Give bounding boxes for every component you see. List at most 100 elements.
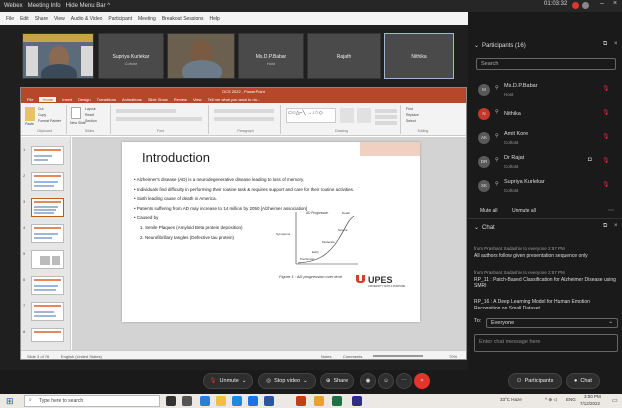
stop-video-button[interactable]: ◎ Stop video ⌄ [258,373,316,389]
menu-help[interactable]: Help [210,16,220,22]
tab-insert[interactable]: Insert [62,97,72,102]
video-tile-nithika[interactable]: Nithika [384,33,454,79]
tab-view[interactable]: View [193,97,202,102]
mic-muted-icon[interactable]: 🎙 [602,181,610,188]
comments-button[interactable]: Comments [343,354,362,359]
current-slide[interactable]: Introduction Alzheimer's disease (AD) is… [122,142,420,322]
cortana-icon[interactable] [166,396,176,406]
record-icon[interactable] [572,2,579,9]
powerpoint-icon[interactable] [296,396,306,406]
share-button[interactable]: ⊕ Share [320,373,354,389]
mute-all-button[interactable]: Mute all [480,208,498,214]
menu-participant[interactable]: Participant [108,16,132,22]
language-indicator[interactable]: ENG [566,397,576,402]
paragraph-row-1[interactable] [214,109,274,113]
tell-me-box[interactable]: Tell me what you want to do... [208,97,261,102]
menu-file[interactable]: File [6,16,14,22]
section-button[interactable]: Section [85,119,97,123]
participant-row[interactable]: SK ⚲ Supriya Kurlekar Cohost 🎙 [478,178,618,198]
leave-meeting-button[interactable]: × [414,373,430,389]
participants-header[interactable]: ⌄ Participants (16) [474,42,526,49]
chat-input[interactable]: Enter chat message here [474,334,618,352]
video-tile-rajath[interactable]: Rajath [307,33,381,79]
copy-button[interactable]: Copy [38,113,46,117]
mic-muted-icon[interactable]: 🎙 [602,157,610,164]
arrange-button[interactable] [340,108,354,123]
zoom-level[interactable]: 70% [449,354,457,359]
minimize-icon[interactable]: – [600,0,604,7]
shapes-gallery[interactable]: ▭○△⌐╲ →↓☆◇ [286,108,336,123]
unmute-all-button[interactable]: Unmute all [512,208,536,214]
participant-row[interactable]: DR ⚲ Dr Rajat Cohost ◘ 🎙 [478,154,618,174]
tab-file[interactable]: File [27,97,33,102]
video-tile-babar[interactable]: Ms.D.P.Babar Host [238,33,304,79]
shape-fill[interactable] [375,109,397,113]
video-tile-camera[interactable] [167,33,235,79]
find-button[interactable]: Find [406,107,413,111]
chat-header[interactable]: ⌄ Chat [474,224,495,231]
tab-slide-show[interactable]: Slide Show [148,97,168,102]
close-icon[interactable]: × [613,0,617,7]
paragraph-row-2[interactable] [214,117,274,121]
clock-date[interactable]: 7/12/2022 [580,401,600,406]
windows-start-icon[interactable]: ⊞ [6,396,14,407]
hide-menu-bar-button[interactable]: Hide Menu Bar ^ [66,3,111,9]
webex-menu[interactable]: Webex [4,3,23,9]
unmute-button[interactable]: 🎙 Unmute ⌄ [203,373,253,389]
tab-review[interactable]: Review [174,97,187,102]
new-slide-icon[interactable] [71,107,81,119]
participant-search-input[interactable]: Search [476,58,616,70]
slide-thumb-6[interactable] [31,276,64,295]
participants-button[interactable]: ⚇ Participants [508,373,562,389]
menu-audio-video[interactable]: Audio & Video [71,16,103,22]
chrome-icon[interactable] [314,396,324,406]
store-icon[interactable] [232,396,242,406]
excel-icon[interactable] [332,396,342,406]
tab-animations[interactable]: Animations [122,97,142,102]
participant-row[interactable]: M ⚲ Ms.D.P.Babar Host 🎙 [478,82,618,102]
menu-edit[interactable]: Edit [20,16,29,22]
tab-design[interactable]: Design [78,97,90,102]
chat-button[interactable]: ● Chat [566,373,600,389]
chat-recipient-select[interactable]: To: Everyone ⌄ [474,318,618,328]
word-icon[interactable] [264,396,274,406]
paste-icon[interactable] [25,107,35,121]
cut-button[interactable]: Cut [38,107,43,111]
language-indicator[interactable]: English (United States) [61,354,102,359]
slide-thumb-4[interactable] [31,224,64,243]
record-button[interactable]: ◉ [360,373,376,389]
clock-time[interactable]: 3:00 PM [584,394,601,399]
slide-thumb-7[interactable] [31,302,64,321]
quick-styles-button[interactable] [357,108,371,123]
slide-thumb-1[interactable] [31,146,64,165]
mic-muted-icon[interactable]: 🎙 [602,109,610,116]
mail-icon[interactable] [248,396,258,406]
recipient-dropdown[interactable]: Everyone ⌄ [486,318,618,328]
edge-icon[interactable] [200,396,210,406]
menu-view[interactable]: View [54,16,65,22]
tab-transitions[interactable]: Transitions [97,97,116,102]
shape-outline[interactable] [375,115,397,119]
layout-button[interactable]: Layout [85,107,96,111]
menu-share[interactable]: Share [35,16,48,22]
weather-widget[interactable]: 33°C Haze [500,397,522,402]
reset-button[interactable]: Reset [85,113,94,117]
slide-thumb-8[interactable] [31,328,64,342]
task-view-icon[interactable] [182,396,192,406]
replace-button[interactable]: Replace [406,113,419,117]
chat-close-icon[interactable]: × [614,223,618,229]
menu-breakout[interactable]: Breakout Sessions [162,16,204,22]
slide-thumb-2[interactable] [31,172,64,191]
mic-muted-icon[interactable]: 🎙 [602,133,610,140]
video-tile-supriya[interactable]: Supriya Kurlekar Cohost [98,33,164,79]
chat-popout-icon[interactable]: ⧉ [603,223,607,230]
reactions-button[interactable]: ☺ [378,373,394,389]
slide-thumb-3-selected[interactable] [31,198,64,217]
shape-effects[interactable] [375,121,397,125]
meeting-info-menu[interactable]: Meeting Info [28,3,61,9]
video-tile-speaker[interactable] [22,33,94,79]
participant-row[interactable]: AK ⚲ Amit Kore Cohost 🎙 [478,130,618,150]
format-painter-button[interactable]: Format Painter [38,119,61,123]
font-format-row[interactable] [116,117,202,121]
zoom-slider[interactable] [373,355,423,357]
